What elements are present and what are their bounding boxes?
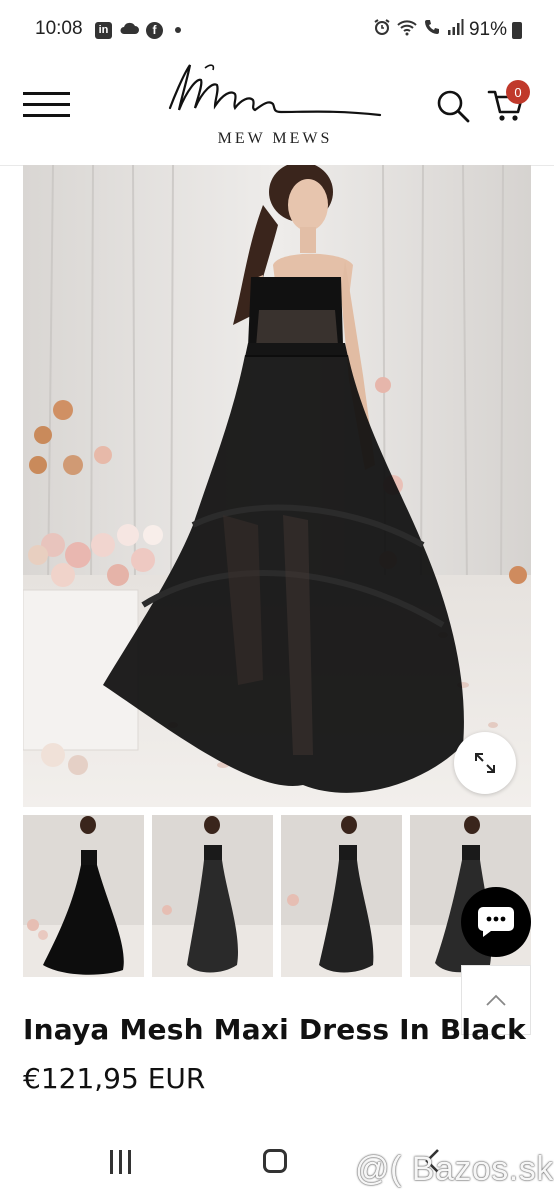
- battery-text: 91%: [468, 19, 507, 40]
- status-time: 10:08: [35, 18, 83, 39]
- brand-name: MEW MEWS: [217, 130, 333, 147]
- zoom-button[interactable]: [454, 732, 516, 794]
- linkedin-icon: in: [95, 21, 112, 39]
- menu-icon[interactable]: [23, 92, 70, 118]
- brand-logo[interactable]: MEW MEWS: [165, 60, 385, 160]
- cloud-icon: [118, 20, 140, 40]
- signal-icon: [446, 18, 464, 42]
- thumbnail-strip: [23, 815, 531, 977]
- wifi-calling-icon: [423, 18, 441, 42]
- logo-signature-icon: [168, 64, 382, 117]
- product-price: €121,95 EUR: [23, 1062, 206, 1095]
- dress-photo: [23, 165, 531, 807]
- facebook-icon: f: [146, 21, 163, 39]
- status-icons-right: 91%: [373, 18, 522, 42]
- site-header: MEW MEWS 0: [0, 60, 554, 166]
- product-title: Inaya Mesh Maxi Dress In Black: [23, 1013, 526, 1046]
- home-button[interactable]: [263, 1149, 287, 1173]
- dot-icon: [175, 27, 181, 33]
- chat-button[interactable]: [461, 887, 531, 957]
- product-main-image[interactable]: [23, 165, 531, 807]
- status-bar: 10:08 in f 91%: [0, 0, 554, 60]
- recents-button[interactable]: [108, 1150, 134, 1174]
- cart-count-badge[interactable]: 0: [506, 80, 530, 104]
- status-icons-left: in f: [95, 20, 181, 40]
- thumbnail-2[interactable]: [152, 815, 273, 977]
- battery-icon: [512, 21, 522, 39]
- chat-bubble-icon: [478, 907, 514, 937]
- thumbnail-3[interactable]: [281, 815, 402, 977]
- alarm-icon: [373, 18, 391, 42]
- chevron-up-icon: [486, 994, 506, 1006]
- expand-icon: [475, 753, 495, 773]
- watermark-text: @( Bazos.sk: [355, 1150, 554, 1188]
- search-icon[interactable]: [435, 88, 471, 124]
- thumbnail-1[interactable]: [23, 815, 144, 977]
- wifi-icon: [396, 18, 418, 42]
